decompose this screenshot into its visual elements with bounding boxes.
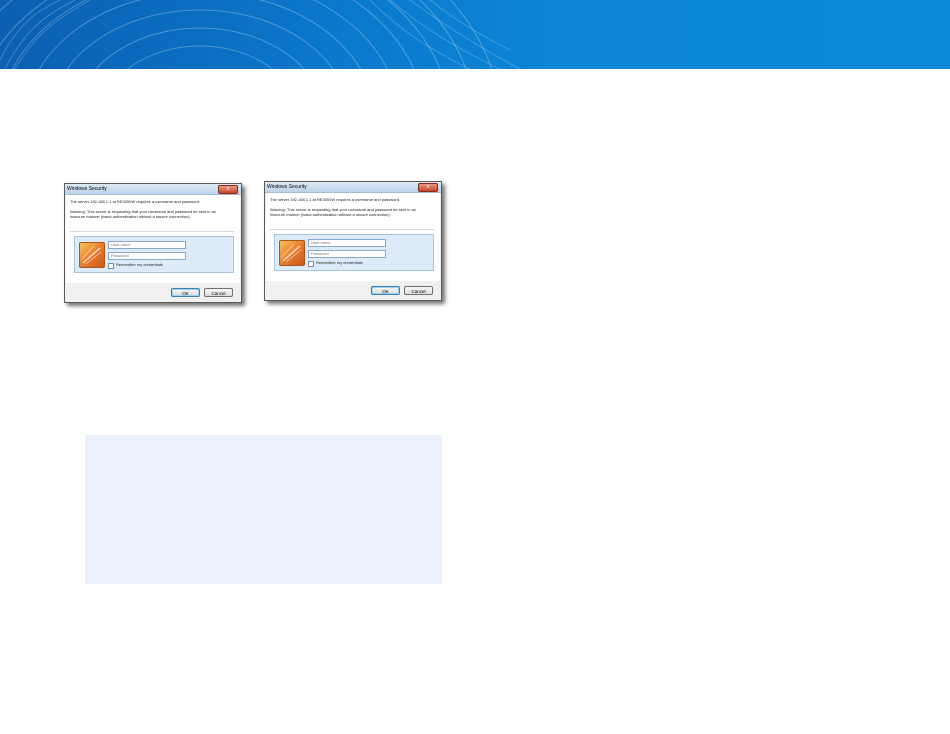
windows-security-dialog: Windows Security x The server 192.168.1.… bbox=[264, 181, 442, 301]
ok-button[interactable]: OK bbox=[371, 286, 400, 295]
credential-panel[interactable]: Remember my credentials bbox=[274, 234, 434, 271]
divider bbox=[70, 231, 234, 232]
password-input[interactable] bbox=[108, 252, 186, 260]
remember-label: Remember my credentials bbox=[316, 260, 363, 265]
username-input[interactable] bbox=[308, 239, 386, 247]
credential-key-icon bbox=[79, 242, 105, 268]
server-message: The server 192.168.1.1 at RE3000W requir… bbox=[270, 197, 401, 202]
cancel-button[interactable]: Cancel bbox=[204, 288, 233, 297]
credential-key-icon bbox=[279, 240, 305, 266]
windows-security-dialog: Windows Security x The server 192.168.1.… bbox=[64, 183, 242, 303]
remember-label: Remember my credentials bbox=[116, 262, 163, 267]
note-box bbox=[85, 435, 442, 584]
header-banner bbox=[0, 0, 950, 69]
username-input[interactable] bbox=[108, 241, 186, 249]
credential-panel[interactable]: Remember my credentials bbox=[74, 236, 234, 273]
dialog-titlebar: Windows Security x bbox=[265, 182, 441, 193]
cancel-button[interactable]: Cancel bbox=[404, 286, 433, 295]
server-message: The server 192.168.1.1 at RE3000W requir… bbox=[70, 199, 201, 204]
remember-checkbox[interactable] bbox=[308, 261, 314, 267]
close-icon[interactable]: x bbox=[418, 183, 438, 192]
dialog-title: Windows Security bbox=[67, 186, 107, 192]
warning-message: Warning: This server is requesting that … bbox=[70, 209, 217, 219]
divider bbox=[270, 229, 434, 230]
warning-message: Warning: This server is requesting that … bbox=[270, 207, 417, 217]
dialog-body: The server 192.168.1.1 at RE3000W requir… bbox=[66, 195, 240, 283]
wave-lines-decoration bbox=[0, 0, 521, 69]
dialog-title: Windows Security bbox=[267, 184, 307, 190]
remember-checkbox[interactable] bbox=[108, 263, 114, 269]
dialog-body: The server 192.168.1.1 at RE3000W requir… bbox=[266, 193, 440, 281]
password-input[interactable] bbox=[308, 250, 386, 258]
ok-button[interactable]: OK bbox=[171, 288, 200, 297]
dialog-titlebar: Windows Security x bbox=[65, 184, 241, 195]
close-icon[interactable]: x bbox=[218, 185, 238, 194]
